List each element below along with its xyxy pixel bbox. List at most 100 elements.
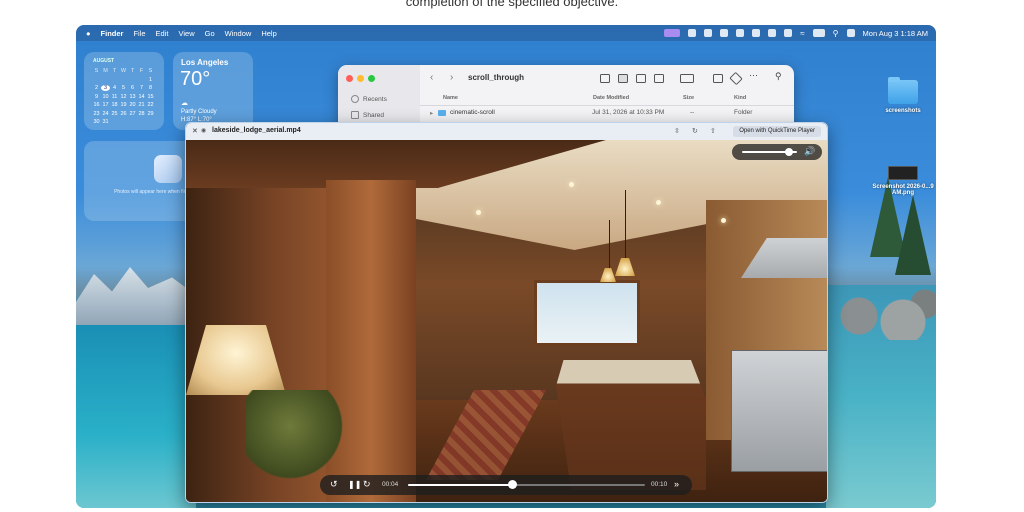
calendar-day[interactable]: 17 xyxy=(101,102,110,108)
desktop-folder-screenshots[interactable]: screenshots xyxy=(876,77,930,114)
volume-control[interactable]: 🔊 xyxy=(732,144,822,160)
calendar-day[interactable]: 15 xyxy=(146,94,155,100)
close-icon[interactable]: ✕ xyxy=(192,127,198,135)
keyboard-input-icon[interactable] xyxy=(784,29,793,37)
icon-view-icon[interactable] xyxy=(600,74,610,83)
zoom-window-icon[interactable] xyxy=(368,75,375,82)
column-header-name[interactable]: Name xyxy=(443,95,458,101)
back-icon[interactable]: ‹ xyxy=(430,72,433,83)
player-title-bar: ✕ ◉ lakeside_lodge_aerial.mp4 ⇳ ↻ ⇧ Open… xyxy=(186,123,827,140)
menu-window[interactable]: Window xyxy=(225,29,252,38)
trim-icon[interactable]: ⇳ xyxy=(674,127,680,135)
list-view-icon[interactable] xyxy=(618,74,628,83)
group-by-icon[interactable] xyxy=(680,74,694,83)
menubar-clock[interactable]: Mon Aug 3 1:18 AM xyxy=(863,29,928,38)
column-header-date[interactable]: Date Modified xyxy=(593,95,629,101)
skip-forward-icon[interactable]: ↻ xyxy=(363,479,371,490)
calendar-day[interactable]: 23 xyxy=(92,111,101,117)
disclosure-triangle-icon[interactable]: ▸ xyxy=(430,109,433,117)
sidebar-item-recents[interactable]: Recents xyxy=(351,95,387,103)
calendar-day[interactable]: 14 xyxy=(137,94,146,100)
desktop-file-screenshot[interactable]: Screenshot 2026-0...9 AM.png xyxy=(868,166,936,196)
scrubber-track[interactable] xyxy=(408,484,645,486)
calendar-day[interactable]: 19 xyxy=(119,102,128,108)
menu-edit[interactable]: Edit xyxy=(156,29,169,38)
calendar-day[interactable]: 5 xyxy=(119,85,128,91)
control-center-icon[interactable] xyxy=(846,29,855,37)
share-icon[interactable]: ⇧ xyxy=(710,127,716,135)
calendar-day[interactable]: 25 xyxy=(110,111,119,117)
status-icon[interactable] xyxy=(704,29,713,37)
calendar-day[interactable]: 8 xyxy=(146,85,155,91)
fast-forward-icon[interactable]: » xyxy=(674,479,679,489)
calendar-day[interactable]: 2 xyxy=(92,85,101,91)
calendar-day[interactable]: 22 xyxy=(146,102,155,108)
status-icon[interactable] xyxy=(720,29,729,37)
scrubber-progress xyxy=(408,484,513,486)
menu-go[interactable]: Go xyxy=(205,29,215,38)
column-header-size[interactable]: Size xyxy=(683,95,694,101)
status-icon[interactable] xyxy=(752,29,761,37)
moon-icon[interactable] xyxy=(768,29,777,37)
tag-icon[interactable] xyxy=(729,71,743,86)
calendar-widget[interactable]: AUGUST S M T W T F S 1 2 3 4 5 6 7 8 9 10 11 12 13 14 15 16 17 1… xyxy=(84,52,164,130)
forward-icon[interactable]: › xyxy=(450,72,453,83)
weather-widget[interactable]: Los Angeles 70° ☁ Partly Cloudy H:87° L:… xyxy=(173,52,253,130)
calendar-day xyxy=(137,77,146,83)
calendar-day[interactable]: 11 xyxy=(110,94,119,100)
more-options-icon[interactable]: ⋯ xyxy=(749,70,758,81)
calendar-day[interactable]: 21 xyxy=(137,102,146,108)
calendar-day[interactable]: 20 xyxy=(128,102,137,108)
calendar-day[interactable]: 29 xyxy=(146,111,155,117)
calendar-day[interactable]: 28 xyxy=(137,111,146,117)
sidebar-item-shared[interactable]: Shared xyxy=(351,111,384,119)
calendar-day[interactable]: 27 xyxy=(128,111,137,117)
calendar-day[interactable]: 26 xyxy=(119,111,128,117)
pine-tree xyxy=(895,195,931,275)
volume-slider-knob[interactable] xyxy=(784,148,793,156)
calendar-day[interactable]: 3 xyxy=(101,85,110,91)
calendar-day[interactable]: 7 xyxy=(137,85,146,91)
scrubber-knob[interactable] xyxy=(508,480,518,489)
column-header-kind[interactable]: Kind xyxy=(734,95,746,101)
close-window-icon[interactable] xyxy=(346,75,353,82)
status-icon[interactable] xyxy=(736,29,745,37)
calendar-day[interactable]: 10 xyxy=(101,94,110,100)
calendar-day[interactable]: 6 xyxy=(128,85,137,91)
calendar-day[interactable]: 24 xyxy=(101,111,110,117)
search-icon[interactable]: ⚲ xyxy=(833,29,839,38)
wifi-icon[interactable]: ≈ xyxy=(800,29,804,38)
calendar-day[interactable]: 13 xyxy=(128,94,137,100)
speaker-icon[interactable]: 🔊 xyxy=(804,146,815,157)
calendar-weekday: T xyxy=(130,68,135,74)
video-player-window[interactable]: ✕ ◉ lakeside_lodge_aerial.mp4 ⇳ ↻ ⇧ Open… xyxy=(185,122,828,503)
video-range xyxy=(731,350,827,472)
calendar-day[interactable]: 31 xyxy=(101,119,110,125)
search-icon[interactable]: ⚲ xyxy=(775,71,782,82)
share-icon[interactable] xyxy=(713,74,723,83)
skip-back-icon[interactable]: ↺ xyxy=(330,479,338,490)
menu-help[interactable]: Help xyxy=(261,29,276,38)
screen-recording-icon[interactable] xyxy=(664,29,681,37)
menu-file[interactable]: File xyxy=(133,29,145,38)
rotate-icon[interactable]: ↻ xyxy=(692,127,698,135)
apple-menu-icon[interactable]: ● xyxy=(86,29,91,38)
calendar-day[interactable]: 30 xyxy=(92,119,101,125)
pause-icon[interactable]: ❚❚ xyxy=(348,480,361,489)
status-icon[interactable] xyxy=(688,29,697,37)
calendar-day[interactable]: 12 xyxy=(119,94,128,100)
battery-icon[interactable] xyxy=(812,29,825,37)
calendar-weekday: F xyxy=(139,68,144,74)
calendar-day[interactable]: 16 xyxy=(92,102,101,108)
calendar-day[interactable]: 18 xyxy=(110,102,119,108)
calendar-day[interactable]: 1 xyxy=(146,77,155,83)
menu-view[interactable]: View xyxy=(178,29,194,38)
menu-app-finder[interactable]: Finder xyxy=(101,29,124,38)
video-frame[interactable]: 🔊 ↺ ❚❚ ↻ 00:04 00:10 » xyxy=(186,140,827,502)
gallery-view-icon[interactable] xyxy=(654,74,664,83)
column-view-icon[interactable] xyxy=(636,74,646,83)
calendar-day[interactable]: 4 xyxy=(110,85,119,91)
calendar-day[interactable]: 9 xyxy=(92,94,101,100)
open-with-quicktime-button[interactable]: Open with QuickTime Player xyxy=(733,126,821,137)
minimize-window-icon[interactable] xyxy=(357,75,364,82)
